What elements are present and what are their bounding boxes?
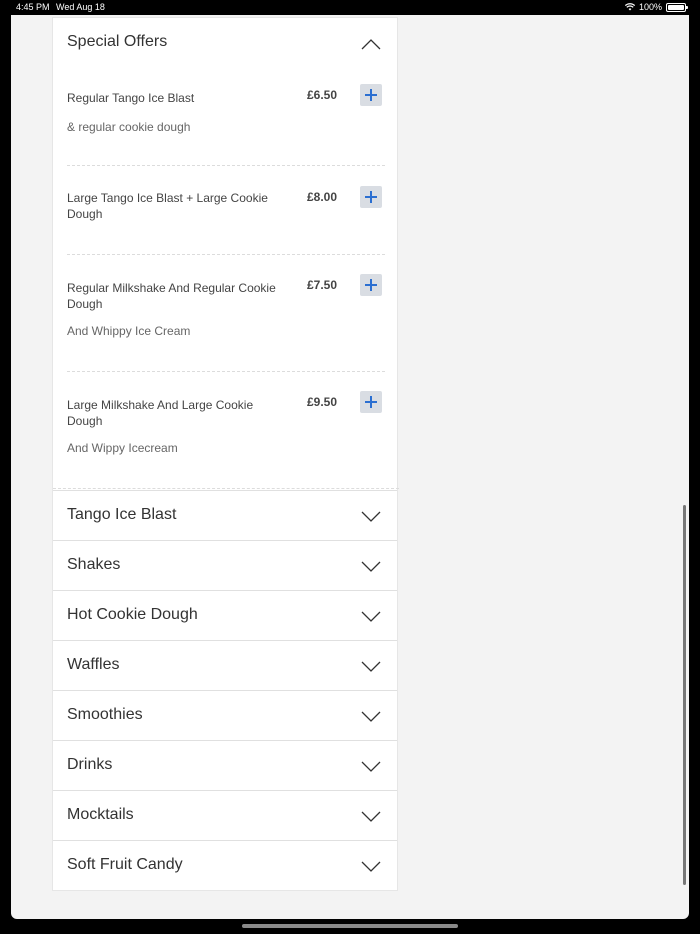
scrollbar[interactable]: [683, 505, 686, 885]
chevron-up-icon: [361, 39, 381, 50]
category-soft-fruit-candy[interactable]: Soft Fruit Candy: [53, 840, 397, 890]
add-button[interactable]: [360, 274, 382, 296]
offer-item: Regular Tango Ice Blast £6.50 & regular …: [67, 84, 385, 164]
offer-item: Large Milkshake And Large Cookie Dough £…: [67, 391, 385, 491]
chevron-down-icon: [361, 561, 381, 572]
item-price: £9.50: [307, 395, 338, 409]
chevron-down-icon: [361, 511, 381, 522]
chevron-down-icon: [361, 611, 381, 622]
item-name: Large Tango Ice Blast + Large Cookie Dou…: [67, 191, 268, 221]
category-label: Shakes: [67, 556, 121, 573]
category-label: Drinks: [67, 756, 113, 773]
special-offers-header[interactable]: Special Offers: [53, 18, 397, 70]
item-description: And Wippy Icecream: [67, 441, 178, 455]
item-name: Regular Milkshake And Regular Cookie Dou…: [67, 281, 276, 311]
category-drinks[interactable]: Drinks: [53, 740, 397, 790]
category-label: Smoothies: [67, 706, 143, 723]
item-description: & regular cookie dough: [67, 120, 191, 134]
wifi-icon: [624, 3, 635, 11]
item-divider: [67, 371, 385, 372]
plus-icon: [365, 191, 377, 203]
category-tango-ice-blast[interactable]: Tango Ice Blast: [53, 490, 397, 540]
category-shakes[interactable]: Shakes: [53, 540, 397, 590]
category-smoothies[interactable]: Smoothies: [53, 690, 397, 740]
section-title: Special Offers: [67, 33, 168, 50]
battery-icon: [666, 2, 688, 12]
category-label: Waffles: [67, 656, 120, 673]
offer-item: Large Tango Ice Blast + Large Cookie Dou…: [67, 186, 385, 256]
plus-icon: [365, 396, 377, 408]
item-price: £6.50: [307, 88, 338, 102]
menu-panel: Special Offers Regular Tango Ice Blast £…: [52, 17, 399, 891]
add-button[interactable]: [360, 84, 382, 106]
category-waffles[interactable]: Waffles: [53, 640, 397, 690]
status-time: 4:45 PM: [16, 2, 50, 12]
plus-icon: [365, 89, 377, 101]
category-label: Hot Cookie Dough: [67, 606, 198, 623]
category-mocktails[interactable]: Mocktails: [53, 790, 397, 840]
item-price: £8.00: [307, 190, 338, 204]
add-button[interactable]: [360, 186, 382, 208]
battery-percent: 100%: [638, 2, 662, 12]
status-indicators: 100%: [624, 0, 688, 14]
item-divider: [67, 165, 385, 166]
chevron-down-icon: [361, 711, 381, 722]
status-date: Wed Aug 18: [56, 2, 105, 12]
category-hot-cookie-dough[interactable]: Hot Cookie Dough: [53, 590, 397, 640]
item-divider: [53, 488, 399, 489]
offer-item: Regular Milkshake And Regular Cookie Dou…: [67, 274, 385, 374]
chevron-down-icon: [361, 861, 381, 872]
item-name: Regular Tango Ice Blast: [67, 91, 195, 105]
item-price: £7.50: [307, 278, 338, 292]
app-screen: Special Offers Regular Tango Ice Blast £…: [11, 15, 689, 919]
item-name: Large Milkshake And Large Cookie Dough: [67, 398, 254, 428]
chevron-down-icon: [361, 661, 381, 672]
chevron-down-icon: [361, 761, 381, 772]
home-indicator[interactable]: [242, 924, 458, 928]
item-description: And Whippy Ice Cream: [67, 324, 191, 338]
chevron-down-icon: [361, 811, 381, 822]
item-divider: [67, 254, 385, 255]
category-label: Mocktails: [67, 806, 134, 823]
plus-icon: [365, 279, 377, 291]
add-button[interactable]: [360, 391, 382, 413]
category-label: Tango Ice Blast: [67, 506, 177, 523]
category-label: Soft Fruit Candy: [67, 856, 183, 873]
status-bar: 4:45 PM Wed Aug 18 100%: [0, 0, 700, 14]
